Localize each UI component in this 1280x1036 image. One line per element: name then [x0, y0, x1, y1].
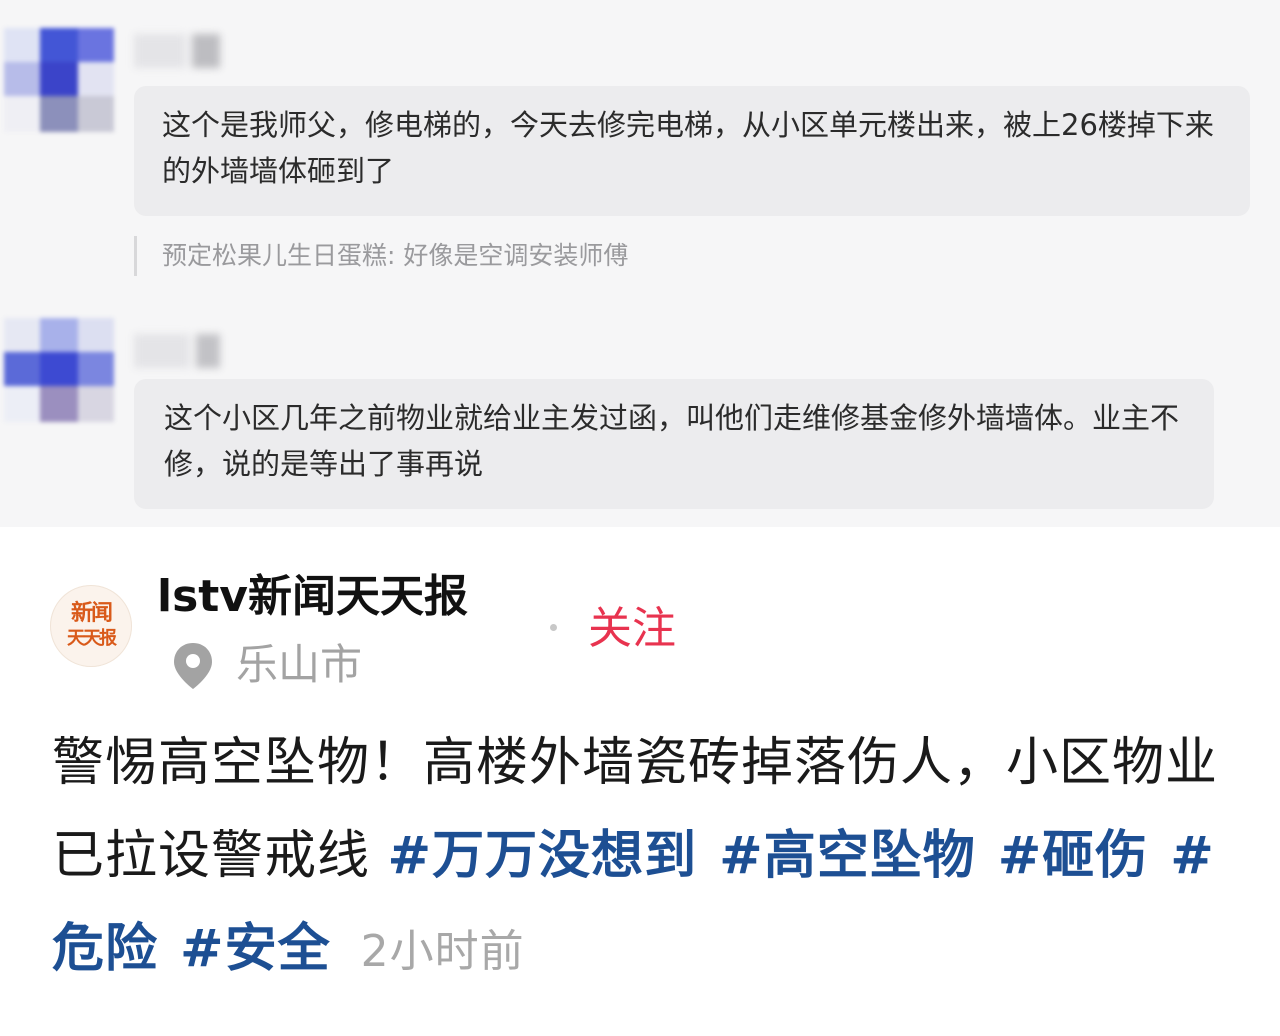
- hashtag[interactable]: #安全: [180, 919, 331, 979]
- comment-screenshot: 这个是我师父，修电梯的，今天去修完电梯，从小区单元楼出来，被上26楼掉下来的外墙…: [0, 0, 1280, 527]
- comment-bubble: 这个小区几年之前物业就给业主发过函，叫他们走维修基金修外墙墙体。业主不修，说的是…: [134, 379, 1214, 509]
- hashtag[interactable]: #万万没想到: [388, 826, 698, 886]
- separator-dot: [550, 624, 557, 631]
- reply-quote: 预定松果儿生日蛋糕: 好像是空调安装师傅: [134, 236, 628, 276]
- news-post: 新闻 天天报 lstv新闻天天报 关注 乐山市 警惕高空坠物！高楼外墙瓷砖掉落伤…: [0, 527, 1280, 1036]
- logo-text-top: 新闻: [70, 600, 113, 626]
- page: 这个是我师父，修电梯的，今天去修完电梯，从小区单元楼出来，被上26楼掉下来的外墙…: [0, 0, 1280, 1036]
- username-blurred: [134, 34, 224, 68]
- follow-button[interactable]: 关注: [588, 599, 676, 659]
- location-label[interactable]: 乐山市: [236, 637, 362, 693]
- location-pin-icon: [174, 643, 212, 689]
- comment-bubble: 这个是我师父，修电梯的，今天去修完电梯，从小区单元楼出来，被上26楼掉下来的外墙…: [134, 86, 1250, 216]
- comment-text: 这个小区几年之前物业就给业主发过函，叫他们走维修基金修外墙墙体。业主不修，说的是…: [164, 401, 1180, 481]
- avatar-blurred: [4, 318, 114, 422]
- channel-logo[interactable]: 新闻 天天报: [50, 585, 132, 667]
- comment-text: 这个是我师父，修电梯的，今天去修完电梯，从小区单元楼出来，被上26楼掉下来的外墙…: [162, 108, 1214, 188]
- username-blurred: [134, 334, 224, 368]
- reply-quote-text: 预定松果儿生日蛋糕: 好像是空调安装师傅: [162, 241, 629, 270]
- logo-text-bottom: 天天报: [67, 628, 117, 649]
- avatar-blurred: [4, 28, 114, 132]
- hashtag[interactable]: #高空坠物: [719, 826, 976, 886]
- post-body: 警惕高空坠物！高楼外墙瓷砖掉落伤人，小区物业已拉设警戒线 #万万没想到 #高空坠物…: [52, 717, 1232, 998]
- post-time: 2小时前: [360, 926, 525, 977]
- author-name[interactable]: lstv新闻天天报: [157, 567, 468, 627]
- hashtag[interactable]: #砸伤: [998, 826, 1149, 886]
